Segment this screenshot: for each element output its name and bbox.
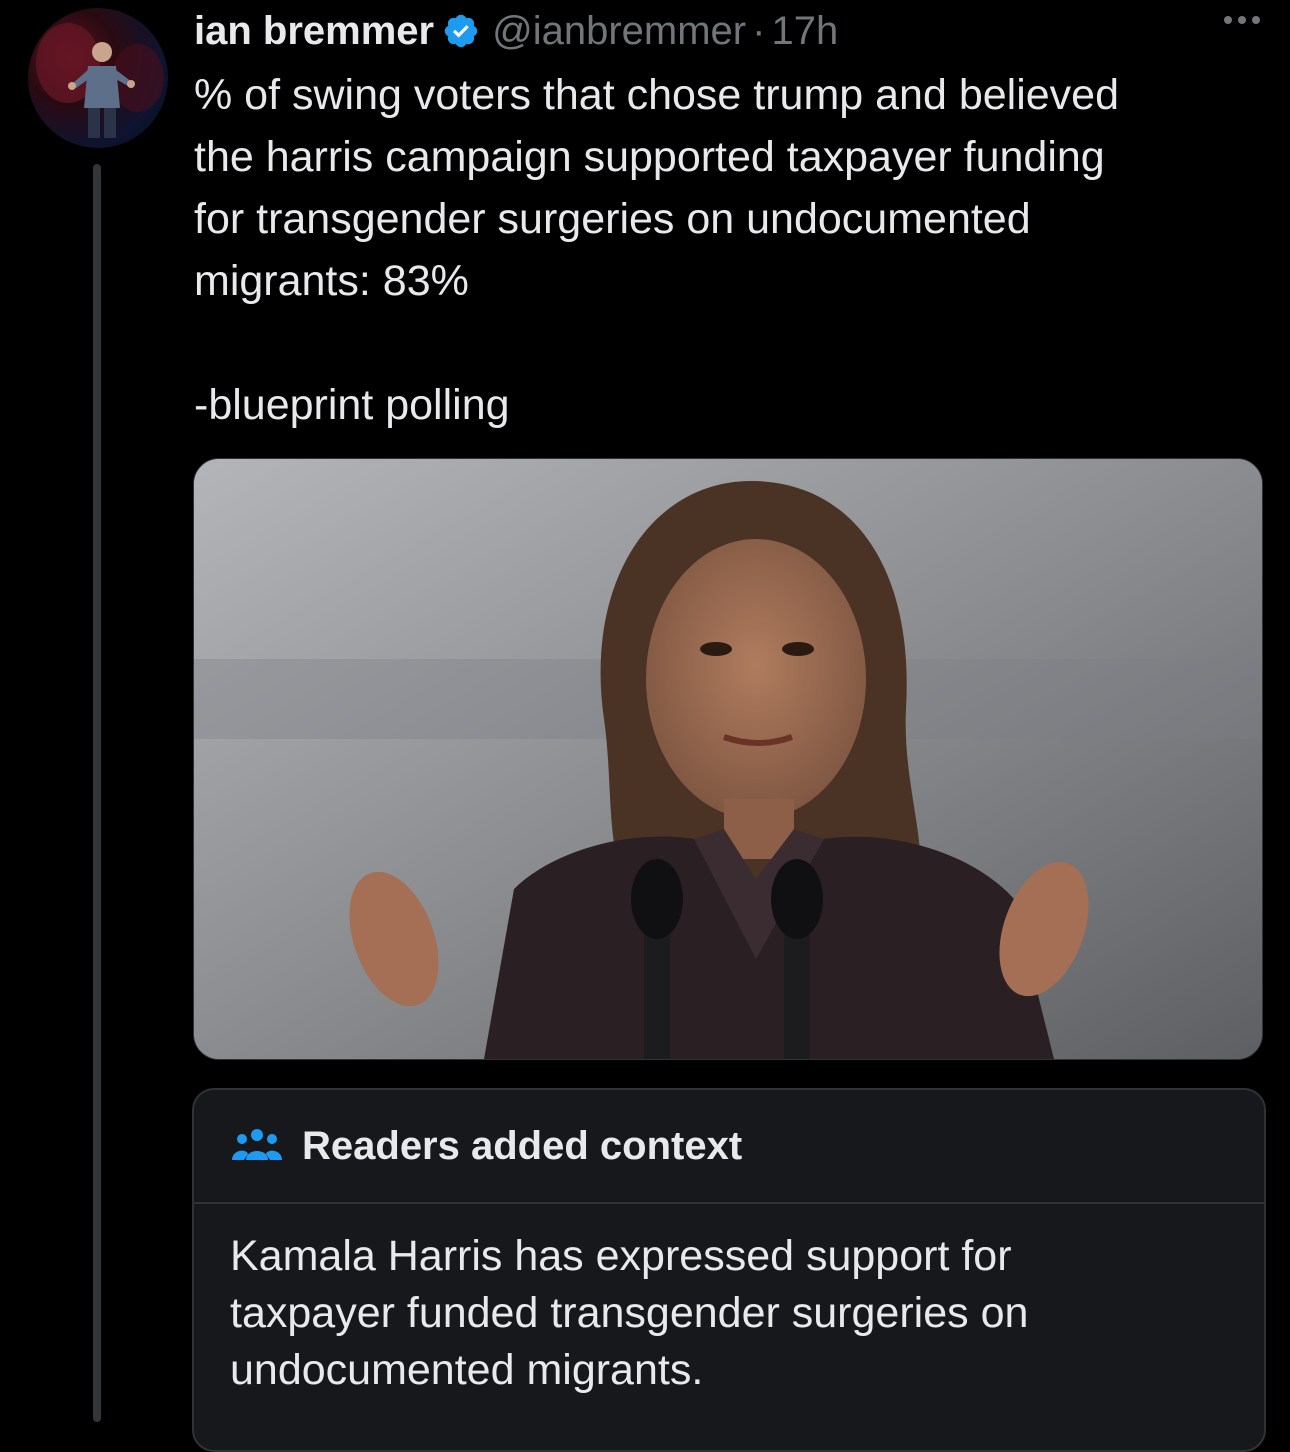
more-options-icon[interactable] — [1224, 16, 1260, 24]
tweet-source-line: -blueprint polling — [194, 381, 510, 429]
community-note-header: Readers added context — [194, 1090, 1264, 1204]
tweet-text-line: for transgender surgeries on undocumente… — [194, 195, 1031, 243]
community-note-line: undocumented migrants. — [230, 1346, 704, 1394]
community-note-line: Kamala Harris has expressed support for — [230, 1232, 1012, 1280]
tweet-text-line: the harris campaign supported taxpayer f… — [194, 133, 1105, 181]
timestamp[interactable]: 17h — [771, 9, 838, 54]
display-name[interactable]: ian bremmer — [194, 9, 434, 54]
community-note-line: taxpayer funded transgender surgeries on — [230, 1289, 1029, 1337]
separator-dot: · — [752, 8, 766, 53]
people-icon — [232, 1126, 282, 1166]
community-note[interactable]: Readers added context Kamala Harris has … — [192, 1088, 1266, 1452]
tweet-text: % of swing voters that chose trump and b… — [194, 64, 1254, 436]
verified-badge-icon[interactable] — [442, 12, 480, 50]
tweet-text-line: % of swing voters that chose trump and b… — [194, 71, 1120, 119]
community-note-title: Readers added context — [302, 1123, 743, 1168]
handle[interactable]: @ianbremmer — [492, 9, 746, 54]
thread-line — [93, 164, 101, 1422]
community-note-body: Kamala Harris has expressed support for … — [194, 1204, 1264, 1399]
tweet-photo[interactable] — [193, 458, 1263, 1060]
tweet-text-line: migrants: 83% — [194, 257, 469, 305]
avatar[interactable] — [28, 8, 168, 148]
tweet-header: ian bremmer @ianbremmer · 17h — [194, 6, 838, 56]
